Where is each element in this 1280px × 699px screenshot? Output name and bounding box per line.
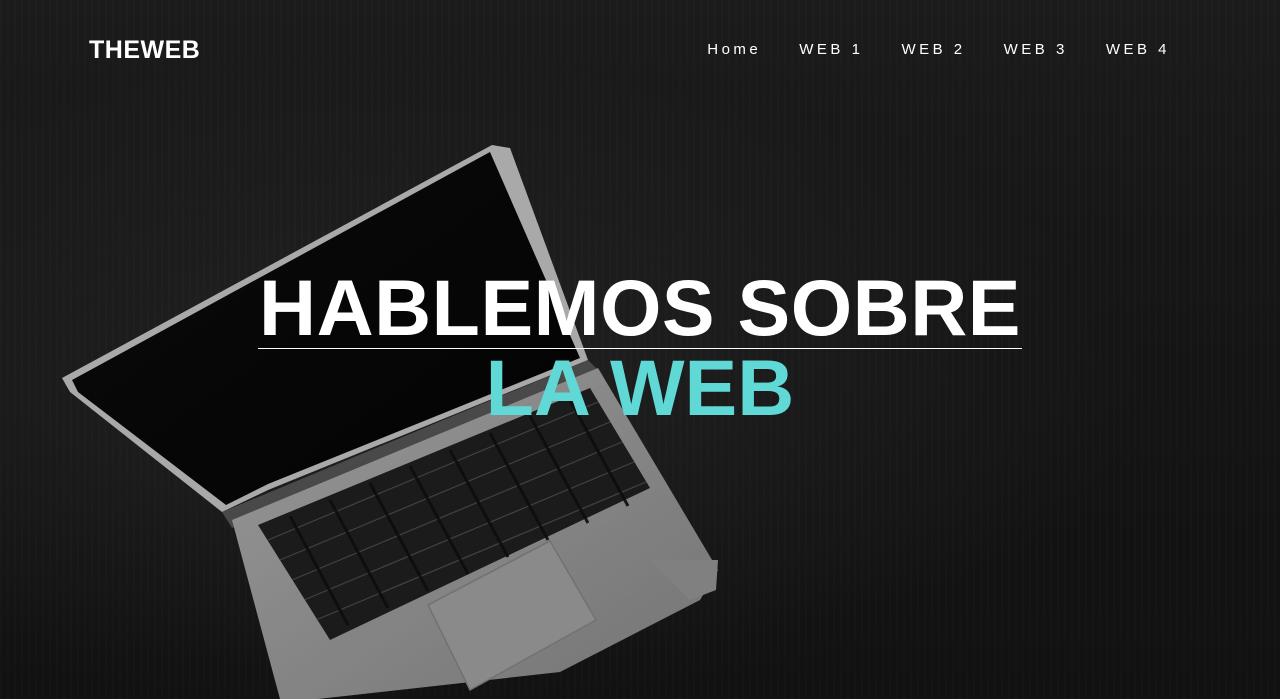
nav-item-web-3[interactable]: WEB 3 <box>1004 40 1068 60</box>
brand-logo[interactable]: THEWEB <box>89 35 200 65</box>
hero-section: THEWEB Home WEB 1 WEB 2 WEB 3 WEB 4 HABL… <box>0 0 1280 699</box>
nav-item-web-1[interactable]: WEB 1 <box>799 40 863 60</box>
nav-item-web-4[interactable]: WEB 4 <box>1106 40 1170 60</box>
hero-title-primary: HABLEMOS SOBRE <box>258 263 1022 352</box>
main-navigation: Home WEB 1 WEB 2 WEB 3 WEB 4 <box>707 40 1170 60</box>
nav-item-home[interactable]: Home <box>707 40 761 60</box>
nav-item-web-2[interactable]: WEB 2 <box>901 40 965 60</box>
top-navbar: THEWEB Home WEB 1 WEB 2 WEB 3 WEB 4 <box>0 0 1280 100</box>
hero-headline: HABLEMOS SOBRE LA WEB <box>258 263 1022 432</box>
hero-title-accent: LA WEB <box>485 343 795 432</box>
